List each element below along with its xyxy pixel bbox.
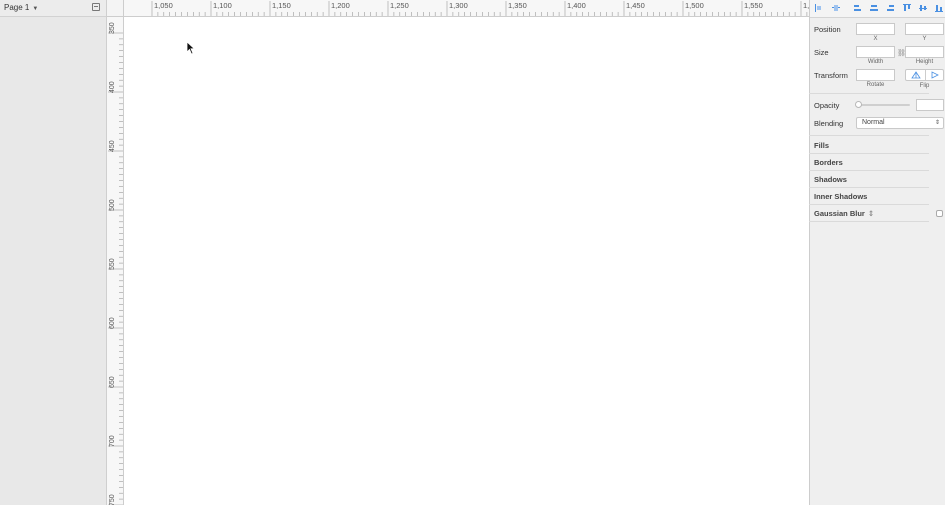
distribute-horizontal-icon[interactable] [832, 4, 840, 12]
borders-section-header[interactable]: Borders [814, 158, 843, 167]
align-top-icon[interactable] [903, 4, 911, 12]
divider [809, 204, 929, 205]
position-y-input[interactable] [905, 23, 944, 35]
divider [809, 153, 929, 154]
ruler-left-label: 500 [109, 199, 116, 211]
alignment-toolbar [810, 0, 945, 18]
divider [809, 170, 929, 171]
size-label: Size [814, 48, 829, 57]
ruler-left-label: 350 [109, 22, 116, 34]
align-center-horizontal-icon[interactable] [870, 4, 878, 12]
gaussian-blur-label: Gaussian Blur [814, 209, 865, 218]
ruler-left[interactable]: 350 400 450 500 550 600 650 700 750 [107, 17, 124, 505]
opacity-slider[interactable] [858, 104, 910, 106]
align-right-icon[interactable] [886, 4, 894, 12]
ruler-top[interactable]: 1,050 1,100 1,150 1,200 1,250 1,300 1,35… [124, 0, 809, 17]
ruler-top-label: 1,250 [390, 1, 409, 10]
ruler-top-label: 1,450 [626, 1, 645, 10]
align-middle-vertical-icon[interactable] [919, 4, 927, 12]
ruler-top-label: 1,550 [744, 1, 763, 10]
opacity-label: Opacity [814, 101, 840, 110]
page-selector-label: Page 1 [4, 3, 30, 12]
divider [809, 221, 929, 222]
page-selector[interactable]: Page 1 ▼ [4, 3, 38, 12]
gaussian-blur-section-header[interactable]: Gaussian Blur ⇕ [814, 209, 874, 218]
divider [809, 187, 929, 188]
ruler-top-label: 1,150 [272, 1, 291, 10]
ruler-left-label: 700 [109, 435, 116, 447]
height-input[interactable] [905, 46, 944, 58]
height-caption: Height [915, 59, 934, 65]
chevron-up-down-icon[interactable]: ⇕ [868, 209, 874, 218]
pages-panel: Page 1 ▼ [0, 0, 107, 505]
blending-select[interactable]: Normal ⇕ [856, 117, 944, 129]
ruler-top-label: 1,300 [449, 1, 468, 10]
align-left-icon[interactable] [854, 4, 862, 12]
ruler-top-label: 1,400 [567, 1, 586, 10]
gaussian-blur-checkbox[interactable] [936, 210, 943, 217]
rotate-input[interactable] [856, 69, 895, 81]
ruler-top-label: 1,200 [331, 1, 350, 10]
position-x-caption: X [873, 36, 878, 42]
opacity-slider-knob[interactable] [855, 101, 862, 108]
flip-vertical-icon[interactable] [907, 70, 925, 80]
blending-value: Normal [862, 119, 885, 126]
transform-label: Transform [814, 71, 848, 80]
canvas[interactable] [124, 17, 809, 505]
ruler-left-label: 650 [109, 376, 116, 388]
ruler-corner [107, 0, 124, 17]
caret-down-icon: ▼ [32, 6, 39, 12]
ruler-top-label: 1,350 [508, 1, 527, 10]
ruler-top-label: 1,050 [154, 1, 173, 10]
ruler-left-label: 600 [109, 317, 116, 329]
ruler-left-label: 450 [109, 140, 116, 152]
pages-header: Page 1 ▼ [0, 0, 106, 17]
ruler-left-label: 550 [109, 258, 116, 270]
divider [809, 135, 929, 136]
inner-shadows-section-header[interactable]: Inner Shadows [814, 192, 867, 201]
shadows-section-header[interactable]: Shadows [814, 175, 847, 184]
flip-horizontal-icon[interactable] [926, 70, 944, 80]
position-x-input[interactable] [856, 23, 895, 35]
chevron-up-down-icon: ⇕ [934, 120, 940, 126]
collapse-pages-icon[interactable] [92, 3, 100, 11]
opacity-input[interactable] [916, 99, 944, 111]
position-label: Position [814, 25, 841, 34]
mouse-pointer-icon [186, 41, 196, 55]
ruler-top-label: 1,500 [685, 1, 704, 10]
flip-caption: Flip [919, 83, 930, 89]
align-bottom-icon[interactable] [935, 4, 943, 12]
fills-section-header[interactable]: Fills [814, 141, 829, 150]
align-left-edges-icon[interactable] [815, 4, 823, 12]
width-input[interactable] [856, 46, 895, 58]
ruler-left-label: 750 [109, 494, 116, 505]
divider [809, 93, 929, 94]
blending-label: Blending [814, 119, 844, 128]
flip-button-group [905, 69, 944, 81]
rotate-caption: Rotate [866, 82, 885, 88]
position-y-caption: Y [922, 36, 927, 42]
ruler-top-label: 1,100 [213, 1, 232, 10]
width-caption: Width [867, 59, 884, 65]
ruler-left-label: 400 [109, 81, 116, 93]
